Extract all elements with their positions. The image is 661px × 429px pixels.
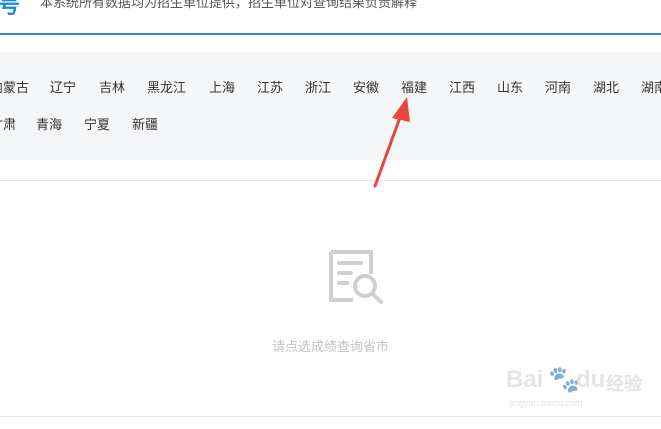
province-link-target[interactable]: 福建 bbox=[401, 80, 427, 96]
province-link[interactable]: 上海 bbox=[209, 80, 235, 96]
watermark-logo-tail: du bbox=[576, 366, 606, 393]
province-link[interactable]: 江西 bbox=[449, 80, 475, 96]
header-accent-rule bbox=[0, 33, 661, 35]
province-link[interactable]: 黑龙江 bbox=[147, 80, 186, 96]
province-link[interactable]: 湖南 bbox=[641, 80, 661, 96]
notice-text: 本系统所有数据均为招生单位提供，招生单位对查询结果负责解释 bbox=[40, 0, 418, 10]
province-link[interactable]: 内蒙古 bbox=[0, 80, 29, 96]
document-search-icon bbox=[329, 250, 383, 304]
watermark-url: jingyan.baidu.com bbox=[510, 398, 583, 408]
province-link[interactable]: 江苏 bbox=[257, 80, 283, 96]
site-brand: 号 bbox=[0, 0, 21, 18]
bottom-divider bbox=[0, 416, 661, 417]
empty-state-message: 请点选成绩查询省市 bbox=[271, 339, 389, 354]
province-link[interactable]: 青海 bbox=[36, 117, 62, 133]
province-link[interactable]: 浙江 bbox=[305, 80, 331, 96]
province-link[interactable]: 新疆 bbox=[132, 117, 158, 133]
province-link[interactable]: 辽宁 bbox=[50, 80, 76, 96]
province-link[interactable]: 山东 bbox=[497, 80, 523, 96]
top-strip: 号 本系统所有数据均为招生单位提供，招生单位对查询结果负责解释 bbox=[0, 0, 661, 34]
province-selector-panel: 内蒙古 辽宁 吉林 黑龙江 上海 江苏 浙江 安徽 福建 江西 山东 河南 湖北… bbox=[0, 52, 661, 160]
section-divider bbox=[0, 180, 661, 181]
province-link[interactable]: 安徽 bbox=[353, 80, 379, 96]
watermark-logo-text: Bai bbox=[506, 366, 544, 393]
province-link[interactable]: 湖北 bbox=[593, 80, 619, 96]
watermark-cn: 经验 bbox=[606, 374, 642, 394]
baidu-jingyan-watermark: Bai 🐾 du 经验 jingyan.baidu.com bbox=[506, 362, 656, 412]
province-link[interactable]: 吉林 bbox=[99, 80, 125, 96]
province-link[interactable]: 甘肃 bbox=[0, 117, 16, 133]
province-link[interactable]: 宁夏 bbox=[84, 117, 110, 133]
province-link[interactable]: 河南 bbox=[545, 80, 571, 96]
